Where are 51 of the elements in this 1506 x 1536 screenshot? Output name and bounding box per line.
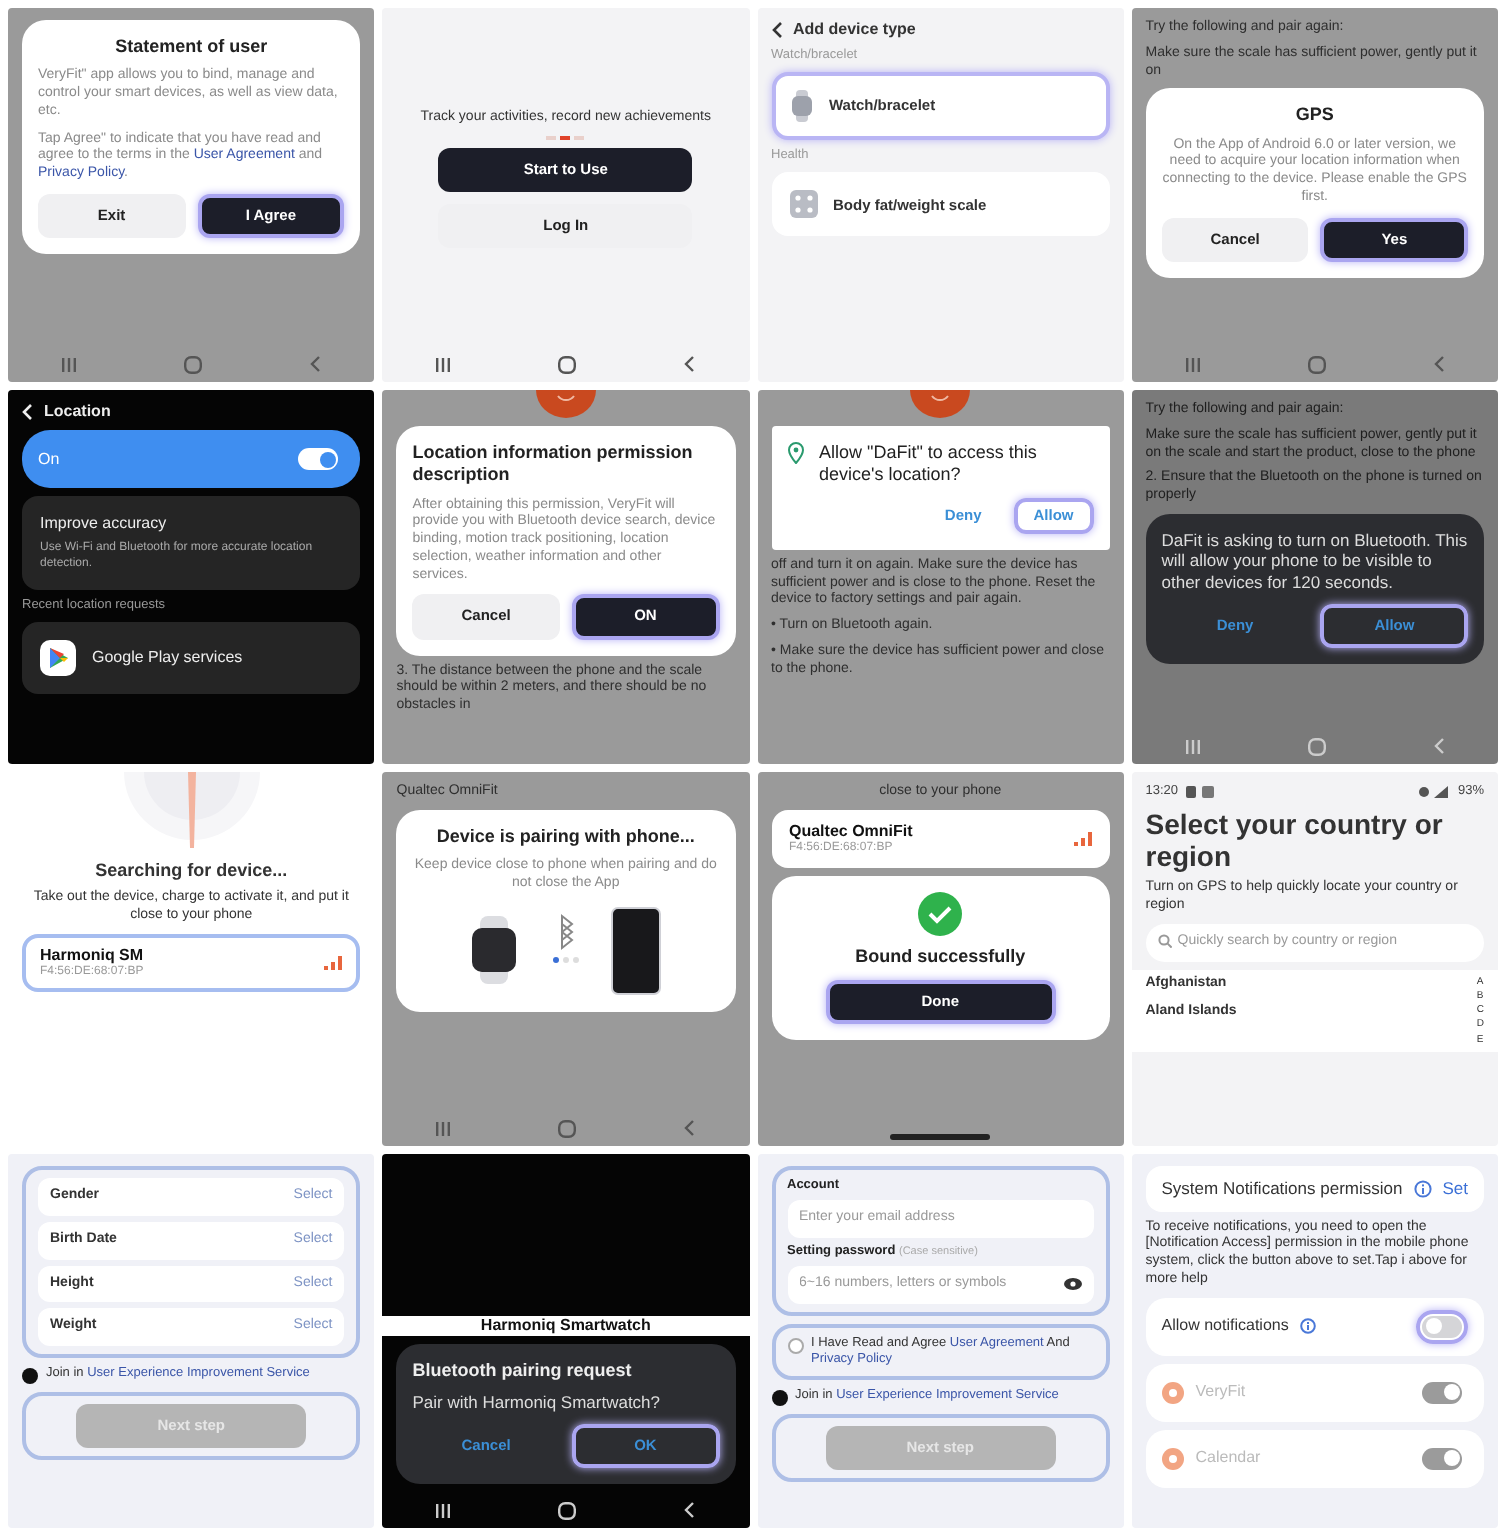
device-name: Qualtec OmniFit: [789, 821, 915, 841]
home-icon[interactable]: [558, 355, 577, 373]
app-icon: [40, 640, 76, 677]
signal-icon: [1073, 832, 1092, 846]
checkbox[interactable]: [787, 1337, 803, 1354]
signal-status-icons: [1417, 786, 1450, 799]
setting-label: Allow notifications: [1161, 1316, 1289, 1337]
device-name: Harmoniq SM: [40, 945, 146, 965]
notification-icons: [1186, 786, 1215, 799]
setting-label: VeryFit: [1195, 1382, 1248, 1403]
recent-apps-icon[interactable]: [436, 1503, 451, 1517]
toggle-switch[interactable]: [298, 448, 339, 470]
setting-title: System Notifications permission: [1161, 1178, 1405, 1200]
set-link[interactable]: Set: [1442, 1178, 1468, 1200]
title-text: Bound successfully: [853, 946, 1028, 969]
dialog-title: Allow "DaFit" to access this device's location?: [819, 442, 1039, 487]
eye-icon[interactable]: [1063, 1278, 1082, 1290]
app-icon: [1161, 1447, 1184, 1470]
info-icon: [1414, 1179, 1433, 1198]
home-indicator[interactable]: [890, 1133, 991, 1139]
back-icon[interactable]: [771, 22, 781, 38]
title-text: Device is pairing with phone...: [434, 825, 697, 848]
title-text: Location information permission description: [412, 442, 695, 487]
screen-title: Add device type: [793, 20, 916, 40]
setting-label: Calendar: [1195, 1448, 1263, 1469]
option-label: Google Play services: [92, 648, 243, 669]
title-text: Bluetooth pairing request: [412, 1359, 634, 1383]
back-icon[interactable]: [684, 356, 695, 372]
body-text: DaFit is asking to turn on Bluetooth. This will allow your phone to be visible to other devices for 120 seconds.: [1161, 529, 1468, 594]
title-text: Select your country or region: [1145, 808, 1445, 873]
setting-label: On: [38, 449, 62, 469]
app-icon: [1161, 1381, 1184, 1404]
recent-apps-icon[interactable]: [436, 357, 451, 371]
location-pin-icon: [787, 442, 803, 464]
body-text: Pair with Harmoniq Smartwatch?: [412, 1392, 663, 1414]
title-text: Statement of user: [113, 36, 270, 59]
signal-icon: [324, 956, 343, 970]
title-text: Searching for device...: [93, 860, 290, 883]
checkbox[interactable]: [22, 1368, 38, 1384]
list-option[interactable]: Google Play services: [22, 622, 361, 695]
caption-text: Harmoniq Smartwatch: [382, 1315, 749, 1336]
success-check-icon: [918, 892, 963, 937]
info-icon: [1300, 1318, 1317, 1335]
scale-icon: [789, 190, 817, 219]
toggle-switch[interactable]: [1422, 1315, 1462, 1338]
screen-title: Location: [44, 402, 111, 422]
title-text: GPS: [1293, 104, 1336, 127]
checkbox[interactable]: [771, 1390, 787, 1406]
watch-icon: [789, 90, 813, 123]
search-icon: [1157, 933, 1172, 948]
option-label: Improve accuracy: [40, 514, 169, 534]
